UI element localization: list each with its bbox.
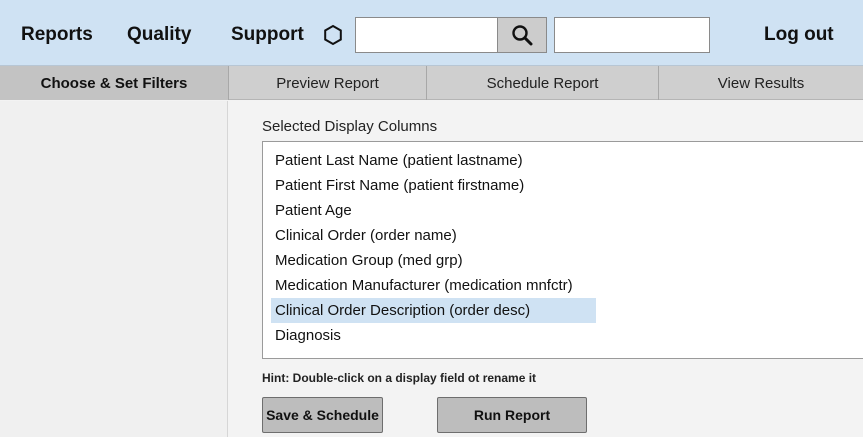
logout-link[interactable]: Log out	[764, 24, 834, 46]
secondary-input[interactable]	[555, 18, 709, 52]
search-input[interactable]	[356, 18, 497, 52]
tab-view-results[interactable]: View Results	[659, 66, 863, 100]
tab-bar: Choose & Set Filters Preview Report Sche…	[0, 66, 863, 100]
secondary-field-box	[554, 17, 710, 53]
list-item[interactable]: Patient First Name (patient firstname)	[263, 173, 863, 198]
nav-quality[interactable]: Quality	[127, 24, 191, 46]
list-item[interactable]: Patient Last Name (patient lastname)	[263, 148, 863, 173]
display-columns-list[interactable]: Patient Last Name (patient lastname) Pat…	[262, 141, 863, 359]
search-icon	[512, 25, 533, 46]
left-panel	[0, 101, 228, 437]
hint-text: Hint: Double-click on a display field ot…	[262, 371, 537, 385]
nav-reports[interactable]: Reports	[21, 24, 93, 46]
run-report-button[interactable]: Run Report	[437, 397, 587, 433]
section-title: Selected Display Columns	[262, 118, 438, 135]
top-navigation-bar: Reports Quality Support Log out	[0, 0, 863, 66]
list-item[interactable]: Patient Age	[263, 198, 863, 223]
list-item[interactable]: Medication Manufacturer (medication mnfc…	[263, 273, 863, 298]
list-item[interactable]: Clinical Order (order name)	[263, 223, 863, 248]
settings-icon[interactable]	[322, 24, 344, 46]
search-box	[355, 17, 497, 53]
nav-support[interactable]: Support	[231, 24, 304, 46]
tab-schedule-report[interactable]: Schedule Report	[427, 66, 659, 100]
search-button[interactable]	[497, 17, 547, 53]
tab-preview-report[interactable]: Preview Report	[229, 66, 427, 100]
save-schedule-button[interactable]: Save & Schedule	[262, 397, 383, 433]
list-item-selected[interactable]: Clinical Order Description (order desc)	[271, 298, 596, 323]
list-item[interactable]: Diagnosis	[263, 323, 863, 348]
list-item[interactable]: Medication Group (med grp)	[263, 248, 863, 273]
tab-choose-set-filters[interactable]: Choose & Set Filters	[0, 66, 229, 100]
